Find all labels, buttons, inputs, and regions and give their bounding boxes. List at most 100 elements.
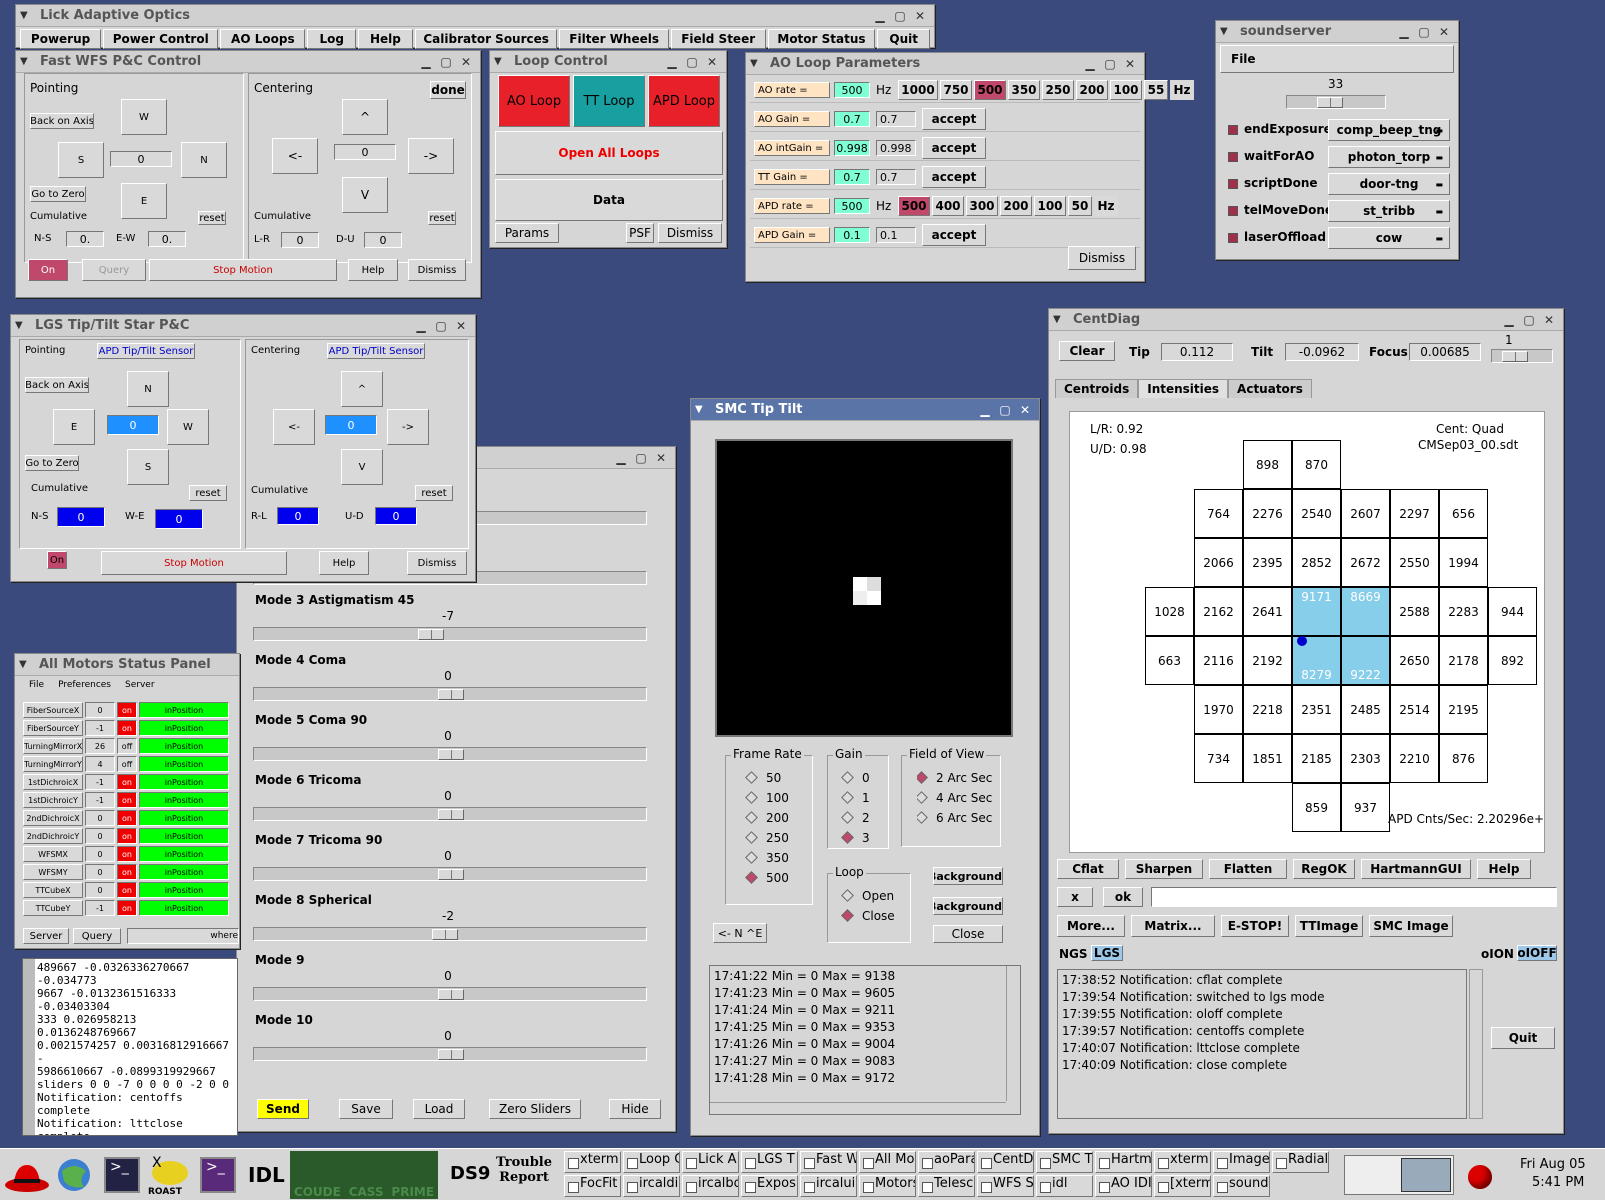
tt-loop-button[interactable]: TT Loop bbox=[573, 75, 645, 127]
tool-matrix[interactable]: Matrix... bbox=[1131, 915, 1215, 937]
vertical-scrollbar[interactable] bbox=[1006, 966, 1020, 1101]
radio-option[interactable]: Close bbox=[841, 909, 895, 929]
terminal-icon[interactable]: >_ bbox=[104, 1157, 140, 1193]
slider-knob[interactable] bbox=[432, 929, 459, 940]
zero-sliders-button[interactable]: Zero Sliders bbox=[489, 1099, 581, 1119]
task-button[interactable]: ircalui bbox=[800, 1175, 857, 1197]
radio-option[interactable]: 50 bbox=[745, 771, 789, 791]
minimize-icon[interactable]: ▁ bbox=[611, 451, 631, 465]
dismiss-button[interactable]: Dismiss bbox=[1068, 246, 1136, 270]
back-on-axis-button[interactable]: Back on Axis bbox=[30, 113, 94, 129]
task-button[interactable]: Radial bbox=[1272, 1151, 1329, 1173]
close-button[interactable]: Close bbox=[933, 925, 1003, 943]
maximize-icon[interactable]: ▢ bbox=[995, 403, 1015, 417]
mode-slider[interactable] bbox=[253, 927, 647, 941]
close-icon[interactable]: ✕ bbox=[456, 55, 476, 69]
motor-power[interactable]: on bbox=[117, 900, 137, 916]
rate-option-100[interactable]: 100 bbox=[1034, 196, 1066, 216]
on-toggle[interactable]: On bbox=[47, 551, 67, 569]
background-button[interactable]: Background bbox=[933, 867, 1003, 885]
cmd-cflat[interactable]: Cflat bbox=[1057, 859, 1119, 879]
clear-button[interactable]: Clear bbox=[1059, 341, 1115, 361]
window-menu-icon[interactable]: ▼ bbox=[1053, 314, 1067, 325]
server-button[interactable]: Server bbox=[23, 928, 69, 944]
motor-power[interactable]: on bbox=[117, 774, 137, 790]
menu-log[interactable]: Log bbox=[307, 29, 357, 49]
tool-more[interactable]: More... bbox=[1057, 915, 1125, 937]
slider-knob[interactable] bbox=[438, 1049, 464, 1060]
task-button[interactable]: xterm bbox=[564, 1151, 621, 1173]
trouble-report-launcher[interactable]: Trouble Report bbox=[496, 1155, 552, 1185]
motor-power[interactable]: on bbox=[117, 882, 137, 898]
tool-estop[interactable]: E-STOP! bbox=[1221, 915, 1289, 937]
radio-option[interactable]: 350 bbox=[745, 851, 789, 871]
tab-centroids[interactable]: Centroids bbox=[1055, 379, 1139, 398]
rate-option-1000[interactable]: 1000 bbox=[898, 80, 938, 100]
volume-slider[interactable] bbox=[1286, 95, 1386, 109]
east-button[interactable]: E bbox=[53, 409, 95, 445]
maximize-icon[interactable]: ▢ bbox=[890, 9, 910, 23]
task-button[interactable]: aoPara bbox=[918, 1151, 975, 1173]
task-button[interactable]: Lick A bbox=[682, 1151, 739, 1173]
params-button[interactable]: Params bbox=[495, 223, 559, 243]
param-entry[interactable]: 0.7 bbox=[876, 169, 916, 185]
radio-option[interactable]: 250 bbox=[745, 831, 789, 851]
window-menu-icon[interactable]: ▼ bbox=[750, 58, 764, 69]
dismiss-button[interactable]: Dismiss bbox=[658, 223, 722, 243]
sound-select[interactable]: cow ▬ bbox=[1328, 227, 1450, 249]
maximize-icon[interactable]: ▢ bbox=[1100, 57, 1120, 71]
sound-select[interactable]: comp_beep_tng ▬ bbox=[1328, 119, 1450, 141]
param-entry[interactable]: 0.998 bbox=[876, 140, 916, 156]
ao-loop-button[interactable]: AO Loop bbox=[498, 75, 570, 127]
close-icon[interactable]: ✕ bbox=[1120, 57, 1140, 71]
motor-power[interactable]: on bbox=[117, 792, 137, 808]
sensor-select[interactable]: APD Tip/Tilt Sensor bbox=[97, 343, 195, 359]
reset-button[interactable]: reset bbox=[415, 485, 453, 501]
ol-off[interactable]: oIOFF bbox=[1517, 945, 1557, 961]
motor-power[interactable]: on bbox=[117, 720, 137, 736]
window-menu-icon[interactable]: ▼ bbox=[20, 56, 34, 67]
close-icon[interactable]: ✕ bbox=[702, 55, 722, 69]
param-entry[interactable]: 0.7 bbox=[876, 111, 916, 127]
tab-intensities[interactable]: Intensities bbox=[1138, 379, 1229, 398]
rate-option-50[interactable]: 50 bbox=[1068, 196, 1092, 216]
slider-knob[interactable] bbox=[418, 629, 445, 640]
enable-checkbox[interactable] bbox=[1228, 206, 1238, 216]
open-all-loops-button[interactable]: Open All Loops bbox=[495, 131, 723, 175]
sensor-select[interactable]: APD Tip/Tilt Sensor bbox=[327, 343, 425, 359]
smc-titlebar[interactable]: ▼ SMC Tip Tilt ▁ ▢ ✕ bbox=[691, 399, 1039, 421]
radio-option[interactable]: 6 Arc Sec bbox=[917, 811, 999, 831]
direction-indicator[interactable]: <- N ^E bbox=[713, 923, 767, 943]
south-button[interactable]: S bbox=[58, 142, 104, 178]
query-button[interactable]: Query bbox=[73, 928, 121, 944]
menu-quit[interactable]: Quit bbox=[877, 29, 930, 49]
task-button[interactable]: Hartma bbox=[1095, 1151, 1152, 1173]
maximize-icon[interactable]: ▢ bbox=[1519, 313, 1539, 327]
east-button[interactable]: E bbox=[121, 183, 167, 219]
fast-wfs-titlebar[interactable]: ▼ Fast WFS P&C Control ▁ ▢ ✕ bbox=[16, 51, 480, 73]
rate-option-500[interactable]: 500 bbox=[898, 196, 930, 216]
lgs-mode[interactable]: LGS bbox=[1091, 945, 1123, 961]
radio-option[interactable]: Open bbox=[841, 889, 895, 909]
mode-slider[interactable] bbox=[253, 627, 647, 641]
dismiss-button[interactable]: Dismiss bbox=[407, 551, 467, 575]
rate-option-100[interactable]: 100 bbox=[1110, 80, 1142, 100]
load-button[interactable]: Load bbox=[413, 1099, 465, 1119]
task-button[interactable]: LGS T bbox=[741, 1151, 798, 1173]
send-button[interactable]: Send bbox=[257, 1099, 309, 1119]
menu-power-control[interactable]: Power Control bbox=[103, 29, 219, 49]
enable-checkbox[interactable] bbox=[1228, 125, 1238, 135]
task-button[interactable]: SMC T bbox=[1036, 1151, 1093, 1173]
radio-option[interactable]: 2 bbox=[841, 811, 870, 831]
radio-option[interactable]: 1 bbox=[841, 791, 870, 811]
south-button[interactable]: S bbox=[127, 449, 169, 485]
radio-option[interactable]: 500 bbox=[745, 871, 789, 891]
tab-actuators[interactable]: Actuators bbox=[1228, 379, 1312, 398]
zbackground-button[interactable]: ZBackground bbox=[933, 897, 1003, 915]
slider-knob[interactable] bbox=[1317, 97, 1343, 108]
window-menu-icon[interactable]: ▼ bbox=[695, 404, 709, 415]
help-button[interactable]: Help bbox=[319, 551, 369, 575]
maximize-icon[interactable]: ▢ bbox=[436, 55, 456, 69]
radio-option[interactable]: 2 Arc Sec bbox=[917, 771, 999, 791]
ao-params-titlebar[interactable]: ▼ AO Loop Parameters ▁ ▢ ✕ bbox=[746, 53, 1144, 75]
